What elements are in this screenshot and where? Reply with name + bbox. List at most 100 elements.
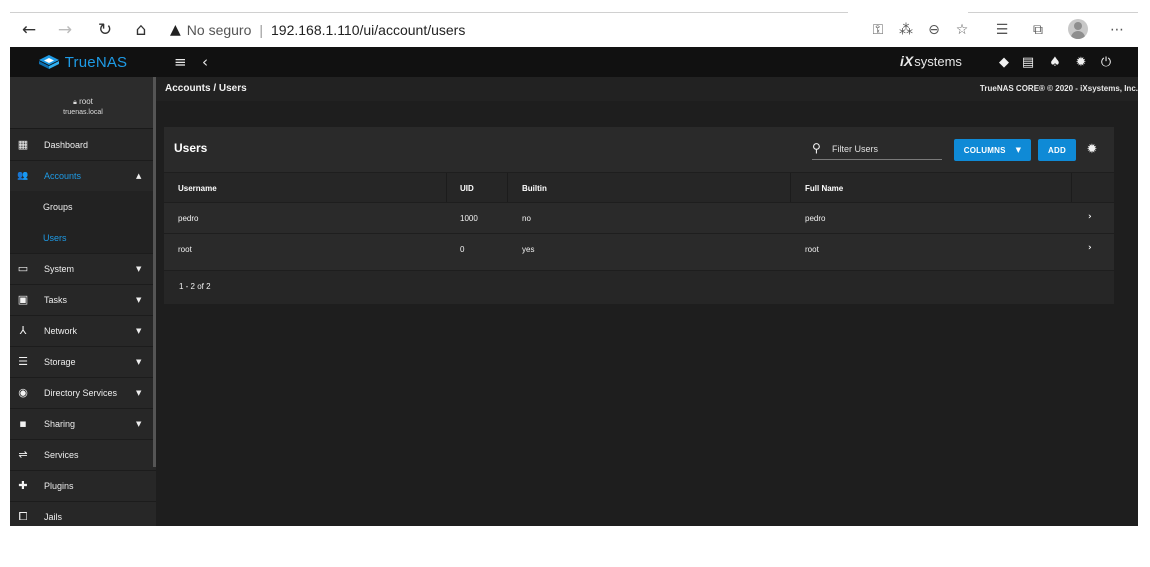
key-icon[interactable]: ⚿ — [867, 19, 889, 41]
sidebar-item-tasks[interactable]: ▣ Tasks ▼ — [10, 284, 156, 316]
column-divider — [1071, 173, 1072, 203]
chevron-down-icon: ▼ — [1015, 146, 1022, 154]
cell-uid: 0 — [460, 245, 465, 254]
clipboard-icon[interactable]: ▤ — [1018, 52, 1038, 72]
reload-icon[interactable]: ↻ — [92, 17, 118, 43]
column-divider — [507, 173, 508, 203]
laptop-icon: ▭ — [17, 262, 29, 275]
breadcrumb-bar: Accounts / Users TrueNAS CORE® © 2020 - … — [156, 77, 1138, 101]
back-icon[interactable]: ← — [16, 17, 42, 43]
cell-full-name: root — [805, 245, 819, 254]
sidebar-item-label: Directory Services — [44, 387, 118, 398]
column-header-full-name[interactable]: Full Name — [805, 184, 843, 193]
chevron-right-icon[interactable]: › — [1088, 212, 1092, 222]
favorites-list-icon[interactable]: ☰ — [991, 19, 1013, 41]
column-header-username[interactable]: Username — [178, 184, 217, 193]
gear-icon[interactable]: ✹ — [1071, 52, 1091, 72]
breadcrumb: Accounts / Users — [165, 83, 247, 94]
sidebar-item-directory-services[interactable]: ◉ Directory Services ▼ — [10, 377, 156, 409]
sidebar-item-dashboard[interactable]: ▦ Dashboard — [10, 129, 156, 161]
collapse-icon[interactable]: ‹ — [202, 52, 208, 72]
sidebar-item-sharing[interactable]: ▪ Sharing ▼ — [10, 408, 156, 440]
add-user-button[interactable]: ADD — [1038, 139, 1076, 161]
address-bar[interactable]: ▲ No seguro | 192.168.1.110/ui/account/u… — [170, 20, 465, 40]
copyright-text: TrueNAS CORE® © 2020 - iXsystems, Inc. — [979, 84, 1138, 93]
sidebar-item-label: Services — [44, 449, 79, 460]
sidebar-item-jails[interactable]: ⧠ Jails — [10, 501, 156, 526]
sidebar-item-label: Accounts — [44, 170, 82, 181]
more-icon[interactable]: ⋯ — [1106, 19, 1128, 41]
power-icon[interactable]: ⏻ — [1096, 52, 1116, 72]
brand-text: systems — [914, 53, 962, 69]
columns-label: COLUMNS — [963, 145, 1006, 155]
calendar-icon: ▣ — [17, 293, 29, 306]
table-row[interactable]: pedro 1000 no pedro › — [164, 202, 1114, 234]
menu-icon[interactable]: ≡ — [174, 52, 187, 72]
chevron-down-icon: ▼ — [136, 326, 142, 335]
truenas-logo-icon — [38, 55, 59, 69]
gear-icon[interactable]: ✹ — [1084, 141, 1100, 157]
sidebar-item-label: Network — [44, 325, 78, 336]
sidebar-username: root — [79, 97, 93, 106]
collections-icon[interactable]: ⧉ — [1027, 19, 1049, 41]
sidebar-item-groups[interactable]: Groups — [10, 191, 156, 223]
lock-icon: 🔒︎ — [73, 98, 77, 106]
puzzle-icon: ✚ — [18, 479, 28, 492]
services-icon: ⇌ — [18, 448, 28, 461]
column-header-uid[interactable]: UID — [460, 184, 474, 193]
storage-icon: ☰ — [18, 355, 28, 368]
zoom-icon[interactable]: ⊖ — [923, 19, 945, 41]
chevron-up-icon: ▲ — [136, 171, 142, 180]
ixsystems-logo[interactable]: iX systems — [900, 53, 962, 69]
cell-full-name: pedro — [805, 214, 826, 223]
network-icon: ⅄ — [19, 324, 27, 337]
sidebar-item-accounts[interactable]: 👥 Accounts ▲ — [10, 160, 156, 192]
dashboard-icon: ▦ — [17, 138, 29, 151]
favorite-icon[interactable]: ☆ — [951, 19, 973, 41]
cell-builtin: yes — [522, 245, 535, 254]
address-url[interactable]: 192.168.1.110/ui/account/users — [271, 22, 465, 38]
profile-avatar[interactable] — [1068, 19, 1088, 39]
chevron-right-icon[interactable]: › — [1088, 243, 1092, 253]
cell-builtin: no — [522, 214, 531, 223]
chevron-down-icon: ▼ — [136, 264, 142, 273]
cell-username: pedro — [178, 214, 199, 223]
warning-icon: ▲ — [170, 22, 181, 38]
filter-users[interactable]: ⚲ — [812, 139, 944, 160]
filter-users-input[interactable] — [830, 140, 944, 158]
forward-icon[interactable]: → — [52, 17, 78, 43]
chevron-down-icon: ▼ — [136, 388, 142, 397]
browser-toolbar: ← → ↻ ⌂ ▲ No seguro | 192.168.1.110/ui/a… — [10, 13, 1138, 48]
security-status[interactable]: No seguro — [187, 22, 252, 38]
sidebar-item-network[interactable]: ⅄ Network ▼ — [10, 315, 156, 347]
cell-username: root — [178, 245, 192, 254]
sidebar-user-box: 🔒︎ root truenas.local — [10, 77, 156, 129]
page-title: Users — [174, 141, 208, 155]
home-icon[interactable]: ⌂ — [128, 17, 154, 43]
search-icon: ⚲ — [812, 141, 821, 155]
truenas-logo[interactable]: TrueNAS — [10, 47, 156, 77]
bell-icon[interactable]: ♠ — [1045, 52, 1065, 72]
sidebar-item-users[interactable]: Users — [10, 222, 156, 254]
column-header-builtin[interactable]: Builtin — [522, 184, 547, 193]
truecommand-icon[interactable]: ◆ — [994, 52, 1014, 72]
users-card: Users ⚲ COLUMNS ▼ ADD ✹ Username UID Bui… — [164, 127, 1114, 304]
table-row[interactable]: root 0 yes root › — [164, 233, 1114, 265]
pagination-range: 1 - 2 of 2 — [179, 282, 211, 291]
sidebar-item-system[interactable]: ▭ System ▼ — [10, 253, 156, 285]
sidebar-host: truenas.local — [63, 109, 103, 116]
translate-icon[interactable]: ⁂ — [895, 19, 917, 41]
columns-button[interactable]: COLUMNS ▼ — [954, 139, 1031, 161]
jail-icon: ⧠ — [18, 509, 28, 523]
sidebar-item-label: Dashboard — [44, 139, 89, 150]
top-header: TrueNAS ≡ ‹ iX systems ◆ ▤ ♠ ✹ ⏻ — [10, 47, 1138, 77]
column-divider — [790, 173, 791, 203]
sidebar-item-services[interactable]: ⇌ Services — [10, 439, 156, 471]
sidebar-item-plugins[interactable]: ✚ Plugins — [10, 470, 156, 502]
sidebar-item-storage[interactable]: ☰ Storage ▼ — [10, 346, 156, 378]
ix-mark: iX — [900, 53, 914, 69]
chevron-down-icon: ▼ — [136, 295, 142, 304]
accounts-icon: 👥 — [17, 170, 29, 181]
logo-text: TrueNAS — [64, 53, 128, 71]
sidebar-scrollbar[interactable] — [153, 77, 156, 467]
